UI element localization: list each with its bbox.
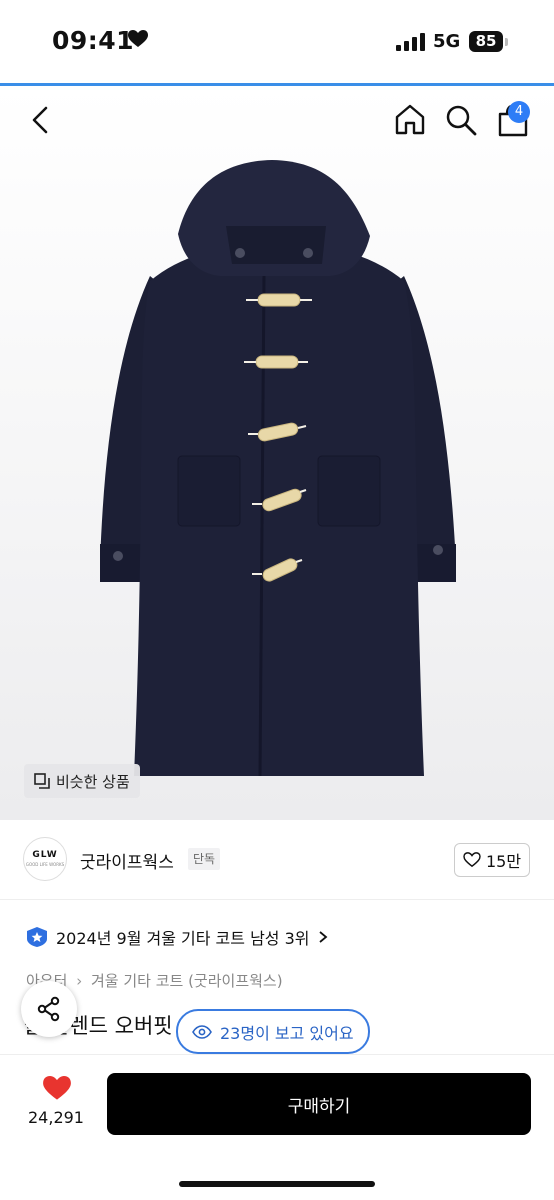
buy-button[interactable]: 구매하기 [107, 1073, 531, 1135]
brand-like-count: 15만 [485, 852, 522, 871]
brand-logo[interactable]: GLW GOOD LIFE WORKS [23, 837, 67, 881]
status-bar: 09:41 5G 85 [0, 0, 554, 84]
coat-illustration [100, 160, 456, 777]
exclusive-tag: 단독 [188, 848, 221, 870]
brand-row: GLW GOOD LIFE WORKS 굿라이프웍스 단독 15만 [0, 820, 554, 900]
similar-products-button[interactable]: 비슷한 상품 [24, 764, 140, 798]
heart-filled-icon[interactable] [43, 1076, 71, 1101]
brand-like-button[interactable]: 15만 [454, 843, 530, 877]
share-button[interactable] [21, 981, 77, 1037]
brand-logo-subtext: GOOD LIFE WORKS [25, 862, 65, 867]
home-indicator [179, 1181, 375, 1187]
network-type: 5G [433, 31, 461, 52]
similar-products-label: 비슷한 상품 [56, 772, 130, 791]
signal-icon [396, 33, 425, 51]
product-image[interactable] [0, 86, 554, 820]
share-icon [37, 996, 60, 1022]
search-icon[interactable] [444, 103, 478, 137]
eye-icon [192, 1024, 212, 1039]
heart-status-icon [128, 30, 148, 47]
heart-outline-icon [463, 852, 481, 868]
status-time: 09:41 [52, 26, 135, 55]
breadcrumb-subcategory[interactable]: 겨울 기타 코트 (굿라이프웍스) [91, 972, 283, 990]
chevron-right-icon [318, 931, 327, 943]
battery-tip [505, 38, 508, 46]
home-icon[interactable] [393, 102, 427, 136]
brand-logo-text: GLW [32, 850, 58, 860]
viewers-count-text: 23명이 보고 있어요 [220, 1023, 354, 1043]
back-arrow-icon[interactable] [26, 104, 56, 136]
ranking-link[interactable]: 2024년 9월 겨울 기타 코트 남성 3위 [26, 925, 328, 949]
wish-count: 24,291 [28, 1108, 84, 1127]
ranking-text: 2024년 9월 겨울 기타 코트 남성 3위 [56, 929, 310, 948]
cart-count-badge: 4 [508, 101, 530, 123]
viewers-count-pill: 23명이 보고 있어요 [176, 1009, 370, 1054]
copy-icon [34, 773, 50, 789]
battery-indicator: 85 [469, 31, 503, 52]
brand-name[interactable]: 굿라이프웍스 [80, 848, 174, 873]
rank-star-badge-icon [27, 927, 47, 947]
breadcrumb-chevron-icon: › [76, 972, 83, 990]
